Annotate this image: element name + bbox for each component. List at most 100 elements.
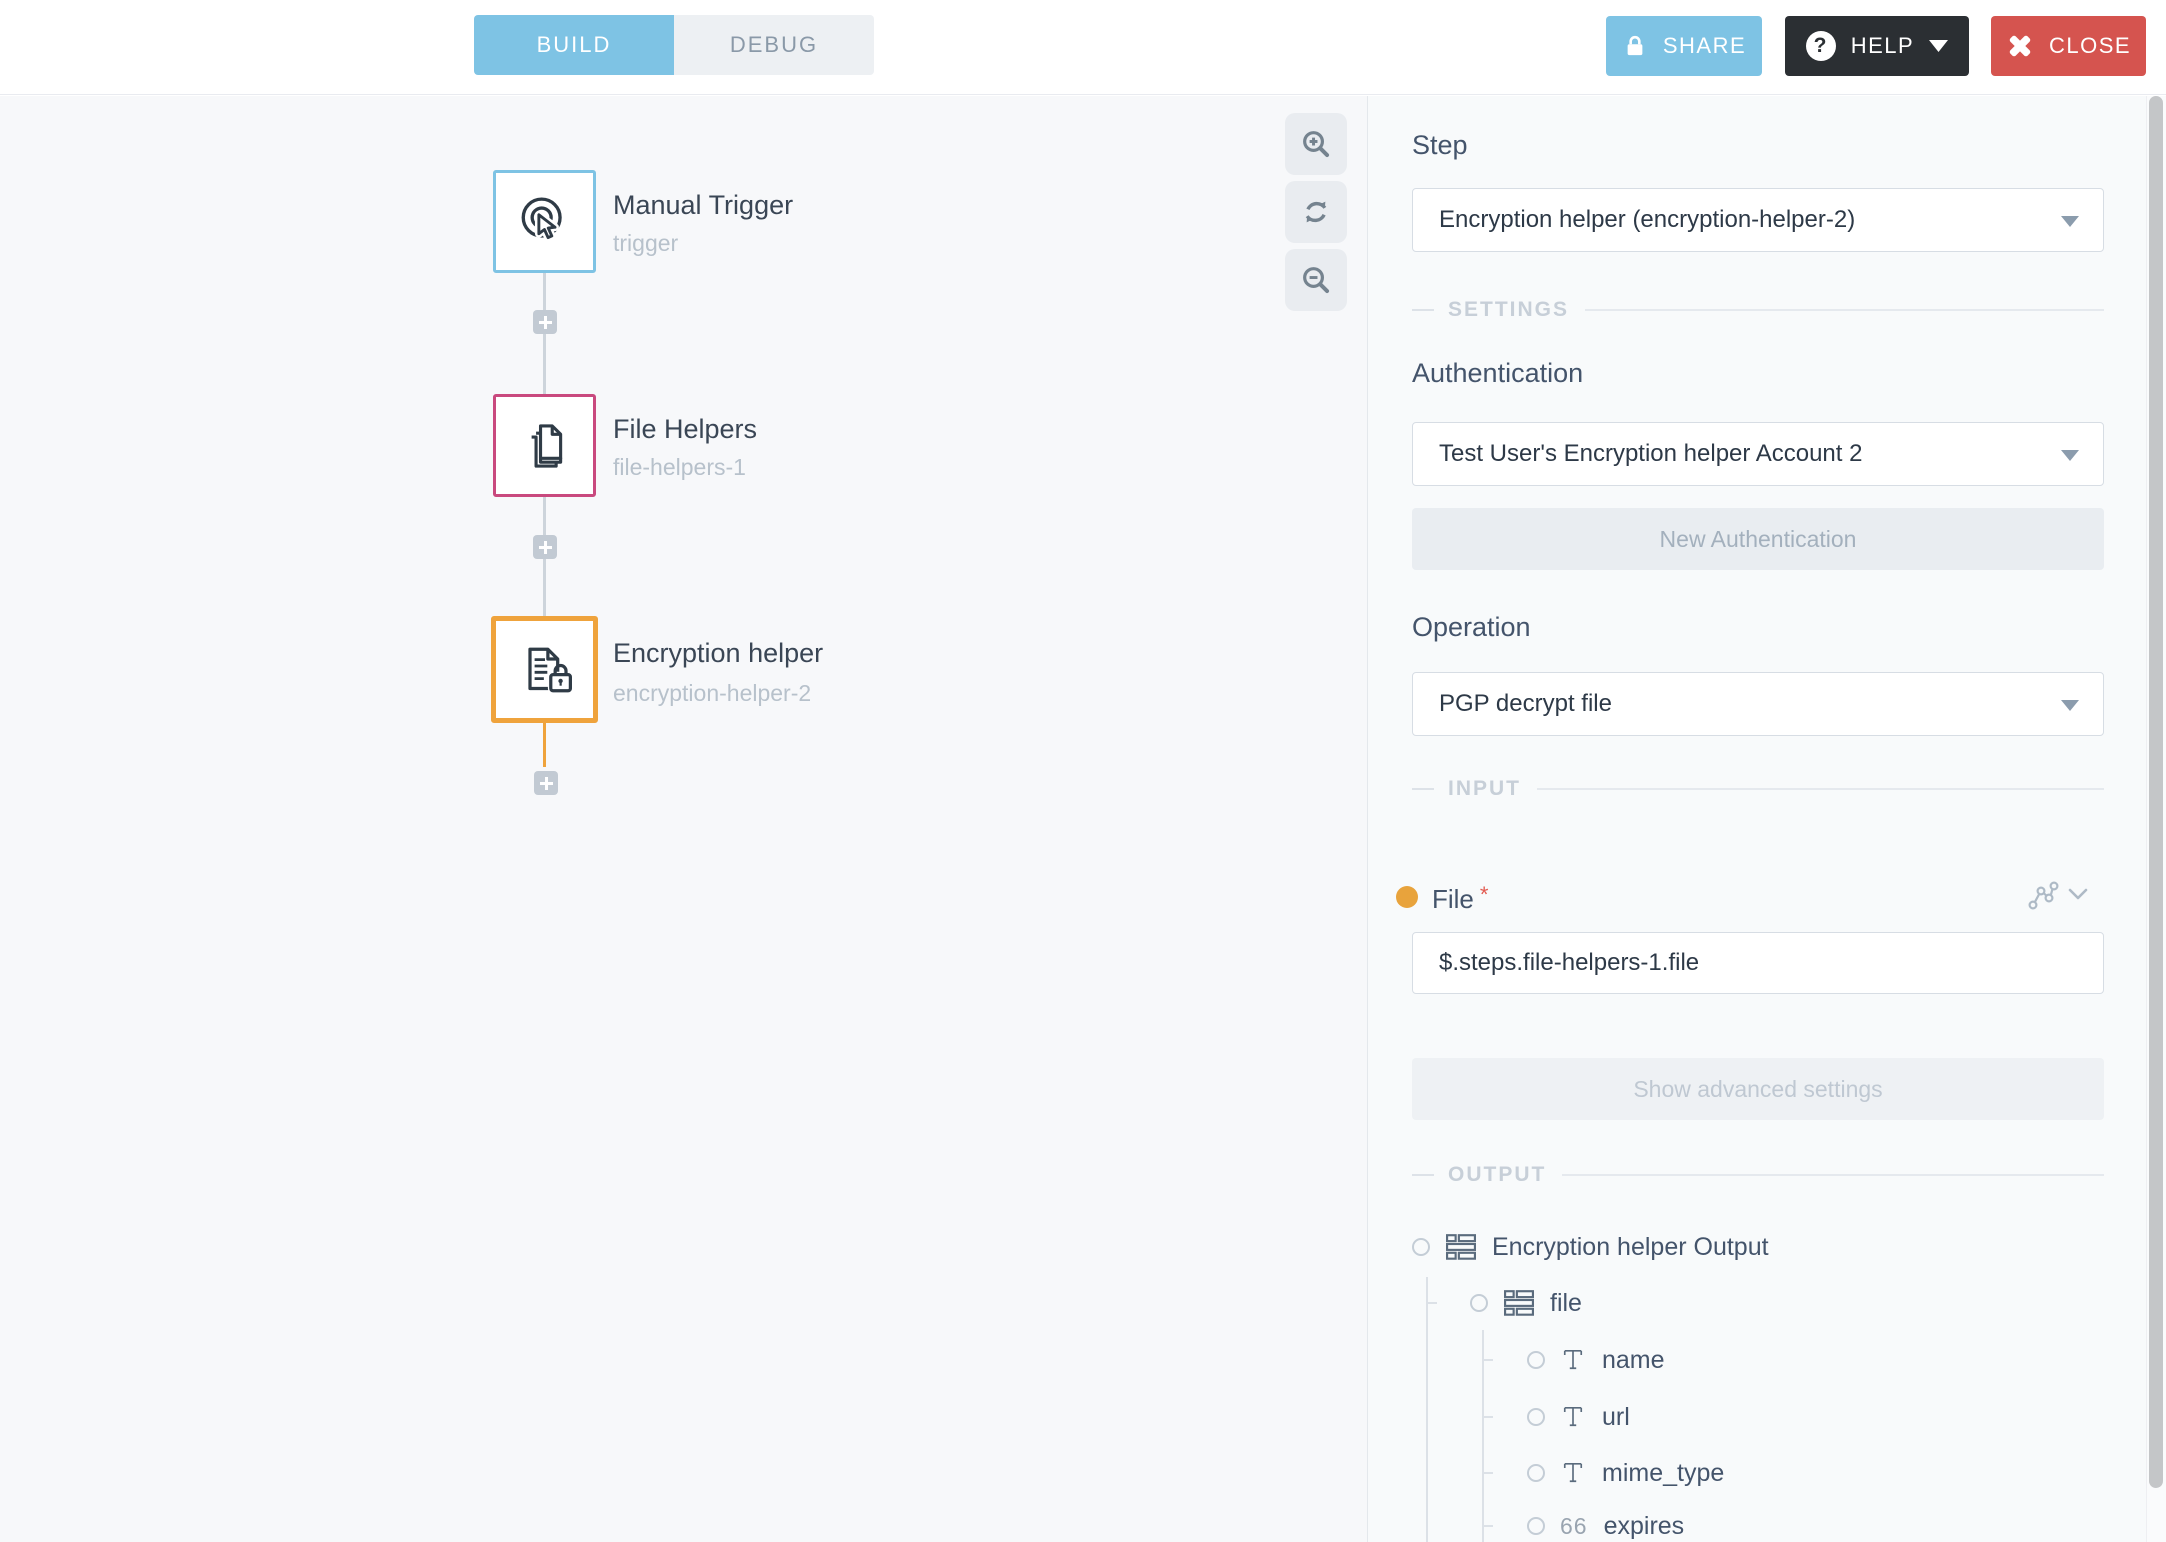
close-x-icon <box>2006 32 2034 60</box>
new-authentication-button[interactable]: New Authentication <box>1412 508 2104 570</box>
new-authentication-label: New Authentication <box>1660 526 1857 553</box>
required-asterisk: * <box>1480 882 1489 907</box>
panel-scrollbar-track[interactable] <box>2146 96 2166 1542</box>
output-radio[interactable] <box>1470 1294 1488 1312</box>
add-step-button-1[interactable] <box>533 310 557 334</box>
authentication-select[interactable]: Test User's Encryption helper Account 2 <box>1412 422 2104 486</box>
output-tree-row-file: file <box>1470 1285 1582 1321</box>
node-manual-trigger[interactable] <box>493 170 596 273</box>
plus-icon <box>539 541 552 554</box>
show-advanced-settings-button[interactable]: Show advanced settings <box>1412 1058 2104 1120</box>
tree-guide-line <box>1426 1277 1428 1542</box>
node-title-manual-trigger: Manual Trigger <box>613 190 793 221</box>
object-type-icon <box>1504 1290 1534 1316</box>
caret-down-icon <box>2061 450 2079 461</box>
field-collapse-chevron-icon[interactable] <box>2068 888 2088 906</box>
plus-icon <box>539 316 552 329</box>
output-radio[interactable] <box>1412 1238 1430 1256</box>
section-rule-left <box>1412 1174 1434 1176</box>
output-tree-label: expires <box>1604 1512 1685 1541</box>
jsonpath-connector-icon[interactable] <box>2026 878 2060 917</box>
section-rule-right <box>1537 788 2104 790</box>
question-mark-icon: ? <box>1806 31 1836 61</box>
connector-line-3 <box>543 723 546 767</box>
manual-trigger-icon <box>516 193 574 251</box>
step-select[interactable]: Encryption helper (encryption-helper-2) <box>1412 188 2104 252</box>
file-input[interactable] <box>1412 932 2104 994</box>
output-radio[interactable] <box>1527 1408 1545 1426</box>
reset-zoom-button[interactable] <box>1285 181 1347 243</box>
tree-branch-tick <box>1483 1472 1493 1474</box>
help-button-label: HELP <box>1851 33 1914 59</box>
settings-section-label: SETTINGS <box>1448 298 1569 322</box>
section-rule-left <box>1412 309 1434 311</box>
node-subtitle-encryption-helper: encryption-helper-2 <box>613 680 811 707</box>
help-button[interactable]: ? HELP <box>1785 16 1969 76</box>
authentication-label: Authentication <box>1412 358 1583 389</box>
step-properties-panel: Step Encryption helper (encryption-helpe… <box>1368 96 2166 1542</box>
object-type-icon <box>1446 1234 1476 1260</box>
tree-branch-tick <box>1427 1302 1437 1304</box>
show-advanced-settings-label: Show advanced settings <box>1633 1076 1882 1103</box>
node-title-file-helpers: File Helpers <box>613 414 757 445</box>
operation-select-value: PGP decrypt file <box>1439 690 1612 718</box>
zoom-out-button[interactable] <box>1285 249 1347 311</box>
build-debug-toggle: BUILD DEBUG <box>474 15 874 75</box>
workflow-builder-page: BUILD DEBUG SHARE ? HELP CLOSE <box>0 0 2166 1542</box>
output-tree-label: file <box>1550 1289 1582 1318</box>
output-radio[interactable] <box>1527 1517 1545 1535</box>
output-tree-label: url <box>1602 1403 1630 1432</box>
string-type-icon <box>1562 1460 1584 1486</box>
file-field-label: File* <box>1432 882 1488 915</box>
file-field-status-dot <box>1396 886 1418 908</box>
workflow-canvas[interactable]: Manual Trigger trigger File Helpers file… <box>0 96 1368 1542</box>
input-section-label: INPUT <box>1448 777 1521 801</box>
step-select-value: Encryption helper (encryption-helper-2) <box>1439 206 1855 234</box>
close-button-label: CLOSE <box>2049 33 2131 59</box>
tree-branch-tick <box>1483 1525 1493 1527</box>
top-header-bar: BUILD DEBUG SHARE ? HELP CLOSE <box>0 0 2166 95</box>
output-radio[interactable] <box>1527 1464 1545 1482</box>
section-rule-right <box>1562 1174 2104 1176</box>
add-step-button-2[interactable] <box>533 535 557 559</box>
plus-icon <box>540 777 553 790</box>
file-helpers-icon <box>516 417 574 475</box>
input-section-header: INPUT <box>1412 777 2104 801</box>
output-tree-row-root: Encryption helper Output <box>1412 1229 1769 1265</box>
lock-icon <box>1622 33 1648 59</box>
panel-scrollbar-thumb[interactable] <box>2149 96 2163 1488</box>
share-button-label: SHARE <box>1663 33 1746 59</box>
tree-guide-line <box>1482 1330 1484 1542</box>
output-radio[interactable] <box>1527 1351 1545 1369</box>
string-type-icon <box>1562 1404 1584 1430</box>
operation-label: Operation <box>1412 612 1531 643</box>
node-subtitle-manual-trigger: trigger <box>613 230 678 257</box>
authentication-select-value: Test User's Encryption helper Account 2 <box>1439 440 1862 468</box>
number-type-icon: 66 <box>1560 1513 1588 1540</box>
node-subtitle-file-helpers: file-helpers-1 <box>613 454 746 481</box>
output-tree-row-mime-type: mime_type <box>1527 1455 1724 1491</box>
caret-down-icon <box>2061 700 2079 711</box>
output-tree-label: name <box>1602 1346 1665 1375</box>
node-encryption-helper[interactable] <box>491 616 598 723</box>
output-tree-row-url: url <box>1527 1399 1630 1435</box>
tab-debug[interactable]: DEBUG <box>674 15 874 75</box>
share-button[interactable]: SHARE <box>1606 16 1762 76</box>
tab-build[interactable]: BUILD <box>474 15 674 75</box>
zoom-in-button[interactable] <box>1285 113 1347 175</box>
add-step-button-3[interactable] <box>534 771 558 795</box>
tree-branch-tick <box>1483 1416 1493 1418</box>
step-section-title: Step <box>1412 130 1468 161</box>
output-tree-row-expires: 66 expires <box>1527 1508 1684 1542</box>
output-tree-row-name: name <box>1527 1342 1665 1378</box>
output-section-label: OUTPUT <box>1448 1163 1546 1187</box>
section-rule-right <box>1585 309 2104 311</box>
close-button[interactable]: CLOSE <box>1991 16 2146 76</box>
node-file-helpers[interactable] <box>493 394 596 497</box>
settings-section-header: SETTINGS <box>1412 298 2104 322</box>
operation-select[interactable]: PGP decrypt file <box>1412 672 2104 736</box>
output-tree-label: Encryption helper Output <box>1492 1233 1769 1262</box>
caret-down-icon <box>1929 40 1948 52</box>
string-type-icon <box>1562 1347 1584 1373</box>
tree-branch-tick <box>1483 1359 1493 1361</box>
